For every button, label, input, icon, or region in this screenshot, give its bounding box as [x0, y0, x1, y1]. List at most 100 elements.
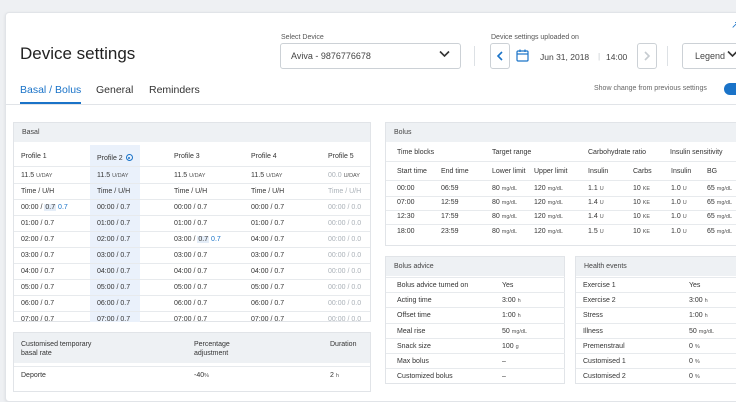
bolus-unit: U: [682, 229, 687, 235]
bolus-column-header: BG: [707, 168, 718, 175]
tab-basal-bolus[interactable]: Basal / Bolus: [20, 84, 82, 104]
temp-basal-header: [14, 333, 370, 363]
advice-row-value: –: [502, 373, 506, 380]
bolus-unit: U: [682, 186, 687, 192]
health-row-label: Exercise 1: [583, 282, 616, 289]
basal-entry: 07:00 / 0.7: [174, 316, 208, 323]
bolus-value: 80: [492, 228, 500, 235]
row-divider: [386, 196, 736, 197]
row-divider: [14, 247, 370, 248]
basal-entry-value-old: 0.7: [211, 236, 221, 243]
bolus-value: 120: [534, 185, 546, 192]
advice-row-label: Bolus advice turned on: [397, 282, 469, 289]
bolus-cell: 80 mg/dL: [492, 199, 517, 206]
bolus-value: 23:59: [441, 228, 459, 235]
profile-header-2[interactable]: Profile 2: [97, 153, 133, 162]
bolus-unit: U: [599, 214, 604, 220]
bolus-value: 10: [633, 213, 641, 220]
advice-value: –: [502, 358, 506, 365]
bolus-cell: 80 mg/dL: [492, 228, 517, 235]
header-divider: [667, 46, 668, 66]
legend-label: Legend: [695, 51, 726, 61]
bolus-cell: 65 mg/dL: [707, 213, 732, 220]
bolus-cell: 65 mg/dL: [707, 199, 732, 206]
tab-general[interactable]: General: [96, 84, 133, 96]
calendar-icon: [516, 49, 529, 62]
bolus-value: 12:59: [441, 199, 459, 206]
bolus-unit: KE: [642, 186, 651, 192]
bolus-value: 10: [633, 199, 641, 206]
temp-basal-percent-header: Percentage: [194, 341, 230, 348]
daily-rate-unit: U/DAY: [36, 173, 53, 179]
tab-reminders[interactable]: Reminders: [149, 84, 200, 96]
row-divider: [14, 311, 370, 312]
next-upload-button[interactable]: [637, 43, 657, 69]
selected-radio-icon[interactable]: [125, 154, 133, 161]
bolus-unit: KE: [642, 214, 651, 220]
health-unit: mg/dL: [698, 329, 715, 335]
profile-daily-rate: 11.5 U/DAY: [97, 172, 128, 179]
temp-basal-percent-value: -40: [194, 372, 205, 379]
row-divider: [14, 166, 370, 167]
expand-arrow-icon[interactable]: ↗: [731, 20, 736, 31]
bolus-column-header: End time: [441, 168, 469, 175]
row-divider: [386, 277, 565, 278]
basal-entry: 04:00 / 0.7: [251, 236, 285, 243]
health-row-label: Stress: [583, 312, 603, 319]
basal-entry: 02:00 / 0.7: [21, 236, 55, 243]
bolus-column-header: Insulin: [588, 168, 609, 175]
bolus-cell: 1.4 U: [588, 213, 604, 220]
temp-basal-duration: 2 h: [330, 372, 339, 379]
health-unit: %: [694, 344, 700, 350]
bolus-value: 80: [492, 199, 500, 206]
profile-daily-rate: 00.0 U/DAY: [328, 172, 360, 179]
bolus-value: 80: [492, 213, 500, 220]
previous-upload-button[interactable]: [490, 43, 510, 69]
bolus-value: 06:59: [441, 185, 459, 192]
basal-entry: 06:00 / 0.7: [21, 300, 55, 307]
basal-entry: 06:00 / 0.7: [174, 300, 208, 307]
advice-unit: mg/dL: [511, 329, 528, 335]
advice-row-value: 100 g: [502, 343, 519, 350]
chevron-left-icon: [496, 51, 503, 61]
bolus-value: 65: [707, 228, 715, 235]
row-divider: [576, 338, 736, 339]
bolus-value: 80: [492, 185, 500, 192]
health-row-label: Exercise 2: [583, 297, 616, 304]
profile-daily-rate: 11.5 U/DAY: [21, 172, 52, 179]
bolus-unit: mg/dL: [716, 200, 733, 206]
device-select[interactable]: Aviva - 9876776678: [280, 43, 461, 69]
bolus-group-header: Insulin sensitivity: [670, 149, 723, 156]
basal-entry: 00:00 / 0.0: [328, 252, 362, 259]
row-divider: [576, 353, 736, 354]
profile-label: Profile 1: [21, 153, 47, 160]
basal-entry: 00:00 / 0.0: [328, 268, 362, 275]
basal-entry: 05:00 / 0.7: [97, 284, 131, 291]
basal-entry: 03:00 / 0.7: [21, 252, 55, 259]
profile-header-1: Profile 1: [21, 153, 47, 160]
basal-entry: 04:00 / 0.7: [21, 268, 55, 275]
health-events-title: Health events: [576, 257, 736, 276]
basal-entry-value-new: 0.7: [44, 204, 57, 211]
legend-dropdown[interactable]: Legend: [682, 43, 736, 69]
health-unit: h: [704, 298, 708, 304]
show-change-toggle[interactable]: [724, 83, 736, 95]
advice-row-value: –: [502, 358, 506, 365]
bolus-value: 1.0: [671, 213, 681, 220]
bolus-cell: 10 KE: [633, 185, 650, 192]
row-divider: [14, 295, 370, 296]
bolus-value: 07:00: [397, 199, 415, 206]
advice-row-label: Acting time: [397, 297, 432, 304]
bolus-unit: U: [599, 186, 604, 192]
bolus-value: 1.1: [588, 185, 598, 192]
bolus-value: 17:59: [441, 213, 459, 220]
advice-unit: h: [517, 313, 521, 319]
bolus-unit: mg/dL: [501, 200, 518, 206]
header-divider: [474, 46, 475, 66]
basal-entry: 05:00 / 0.7: [174, 284, 208, 291]
bolus-cell: 1.4 U: [588, 199, 604, 206]
advice-unit: g: [515, 344, 519, 350]
bolus-cell: 10 KE: [633, 199, 650, 206]
profile-daily-rate: 11.5 U/DAY: [174, 172, 205, 179]
bolus-cell: 12:30: [397, 213, 415, 220]
